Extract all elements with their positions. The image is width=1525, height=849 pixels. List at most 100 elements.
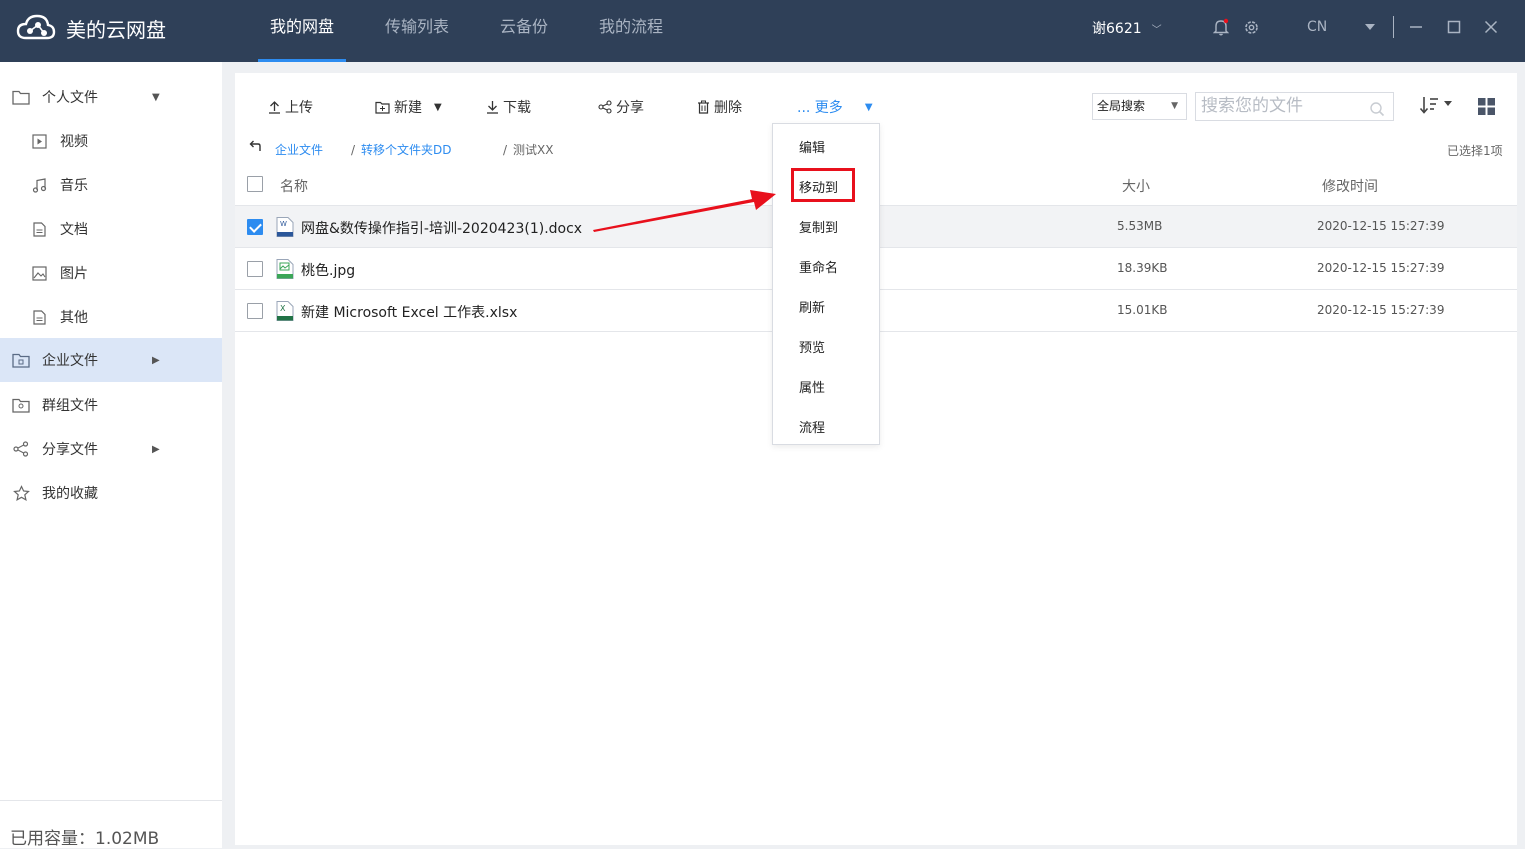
- search-scope-value: 全局搜索: [1097, 99, 1146, 113]
- menu-item-copy-to[interactable]: 复制到: [799, 217, 838, 236]
- select-all-checkbox[interactable]: [247, 176, 263, 192]
- sidebar-item-label: 企业文件: [42, 353, 98, 369]
- music-icon: [30, 176, 48, 194]
- sidebar-item-video[interactable]: 视频: [0, 119, 222, 163]
- column-size[interactable]: 大小: [1122, 176, 1150, 196]
- breadcrumb-folder-label: 转移个文件夹DD: [361, 143, 452, 157]
- menu-item-edit[interactable]: 编辑: [799, 137, 825, 156]
- cloud-logo-icon: [16, 14, 56, 40]
- sidebar-item-label: 分享文件: [42, 442, 98, 458]
- sidebar-item-images[interactable]: 图片: [0, 251, 222, 295]
- app-title: 美的云网盘: [66, 17, 166, 42]
- file-name[interactable]: 桃色.jpg: [301, 260, 355, 280]
- menu-item-workflow[interactable]: 流程: [799, 417, 825, 436]
- bell-icon[interactable]: [1211, 17, 1231, 37]
- menu-item-preview[interactable]: 预览: [799, 337, 825, 356]
- tab-cloud-backup[interactable]: 云备份: [488, 0, 560, 62]
- file-name[interactable]: 网盘&数传操作指引-培训-2020423(1).docx: [301, 218, 582, 238]
- sidebar-item-label: 其他: [60, 310, 88, 326]
- sidebar-item-documents[interactable]: 文档: [0, 207, 222, 251]
- chevron-down-icon: ﹀: [1151, 25, 1162, 36]
- selection-count: 已选择1项: [1447, 144, 1503, 158]
- language-switch[interactable]: CN: [1307, 19, 1327, 35]
- row-checkbox[interactable]: [247, 303, 263, 319]
- search-input[interactable]: 搜索您的文件: [1195, 92, 1394, 121]
- row-checkbox[interactable]: [247, 261, 263, 277]
- grid-view-icon[interactable]: [1478, 98, 1495, 119]
- download-icon: [486, 100, 499, 114]
- more-label: ... 更多: [797, 100, 843, 116]
- search-placeholder: 搜索您的文件: [1201, 96, 1303, 116]
- breadcrumb-enterprise-files[interactable]: 企业文件: [275, 141, 323, 158]
- sidebar-item-other[interactable]: 其他: [0, 295, 222, 339]
- breadcrumb-current-label: 测试XX: [513, 143, 554, 157]
- tab-my-drive[interactable]: 我的网盘: [258, 0, 347, 62]
- user-menu[interactable]: 谢6621 ﹀: [1092, 18, 1162, 38]
- document-icon: [30, 220, 48, 238]
- sidebar-item-group-files[interactable]: 群组文件: [0, 383, 222, 427]
- group-folder-icon: [12, 396, 30, 414]
- new-dropdown-caret-icon[interactable]: ▼: [434, 102, 442, 113]
- sidebar-item-personal-files[interactable]: 个人文件 ▼: [0, 75, 222, 119]
- sidebar-item-label: 图片: [60, 266, 88, 282]
- tab-my-workflow[interactable]: 我的流程: [587, 0, 675, 62]
- upload-label: 上传: [285, 100, 313, 116]
- sidebar-item-label: 文档: [60, 222, 88, 238]
- breadcrumb-separator: /: [351, 143, 356, 157]
- file-name[interactable]: 新建 Microsoft Excel 工作表.xlsx: [301, 302, 517, 322]
- share-icon: [598, 100, 612, 114]
- share-icon: [12, 440, 30, 458]
- enterprise-folder-icon: [12, 351, 30, 369]
- expand-caret-icon[interactable]: ▶: [152, 444, 160, 455]
- sidebar-item-music[interactable]: 音乐: [0, 163, 222, 207]
- file-size: 15.01KB: [1117, 303, 1168, 317]
- sidebar-item-favorites[interactable]: 我的收藏: [0, 471, 222, 515]
- sidebar-item-enterprise-files[interactable]: 企业文件 ▶: [0, 338, 222, 382]
- dropdown-caret-icon[interactable]: [1360, 17, 1380, 37]
- sidebar-item-shared-files[interactable]: 分享文件 ▶: [0, 427, 222, 471]
- search-scope-select[interactable]: 全局搜索 ▼: [1092, 93, 1187, 120]
- maximize-icon[interactable]: [1444, 17, 1464, 37]
- download-label: 下载: [503, 100, 531, 116]
- word-file-icon: W: [276, 217, 294, 237]
- gear-icon[interactable]: [1241, 17, 1261, 37]
- menu-item-refresh[interactable]: 刷新: [799, 297, 825, 316]
- column-modified-time[interactable]: 修改时间: [1322, 176, 1378, 196]
- download-button[interactable]: 下载: [486, 97, 531, 117]
- back-icon[interactable]: [248, 139, 262, 156]
- app-logo: 美的云网盘: [16, 12, 166, 44]
- expand-caret-icon[interactable]: ▼: [152, 92, 160, 103]
- more-dropdown-caret-icon[interactable]: ▼: [865, 102, 873, 113]
- chevron-down-icon: ▼: [1171, 101, 1178, 111]
- top-bar: 美的云网盘 我的网盘 传输列表 云备份 我的流程 谢6621 ﹀ CN: [0, 0, 1525, 62]
- row-checkbox[interactable]: [247, 219, 263, 235]
- share-button[interactable]: 分享: [598, 97, 644, 117]
- window-divider: [1393, 16, 1394, 38]
- expand-caret-icon[interactable]: ▶: [152, 355, 160, 366]
- more-dropdown-menu: 编辑 移动到 复制到 重命名 刷新 预览 属性 流程: [772, 123, 880, 445]
- sort-icon[interactable]: [1419, 95, 1455, 119]
- minimize-icon[interactable]: [1406, 17, 1426, 37]
- menu-item-rename[interactable]: 重命名: [799, 257, 838, 276]
- sidebar-divider: [0, 800, 222, 801]
- folder-icon: [12, 88, 30, 106]
- menu-item-properties[interactable]: 属性: [799, 377, 825, 396]
- more-button[interactable]: ... 更多 ▼: [797, 97, 873, 117]
- breadcrumb-folder[interactable]: / 转移个文件夹DD: [351, 141, 452, 158]
- svg-text:X: X: [280, 304, 286, 313]
- file-modified-time: 2020-12-15 15:27:39: [1317, 261, 1445, 275]
- close-icon[interactable]: [1481, 17, 1501, 37]
- delete-button[interactable]: 删除: [697, 97, 742, 117]
- storage-usage: 已用容量：1.02MB: [10, 829, 160, 849]
- search-icon[interactable]: [1369, 99, 1385, 126]
- column-name[interactable]: 名称: [280, 176, 308, 196]
- sidebar-item-label: 视频: [60, 134, 88, 150]
- upload-button[interactable]: 上传: [268, 97, 313, 117]
- video-icon: [30, 132, 48, 150]
- highlight-box: [791, 168, 855, 202]
- new-button[interactable]: 新建 ▼: [375, 97, 442, 117]
- star-icon: [12, 484, 30, 502]
- tab-transfer-list[interactable]: 传输列表: [373, 0, 461, 62]
- breadcrumb-current: / 测试XX: [503, 141, 554, 158]
- upload-icon: [268, 100, 281, 114]
